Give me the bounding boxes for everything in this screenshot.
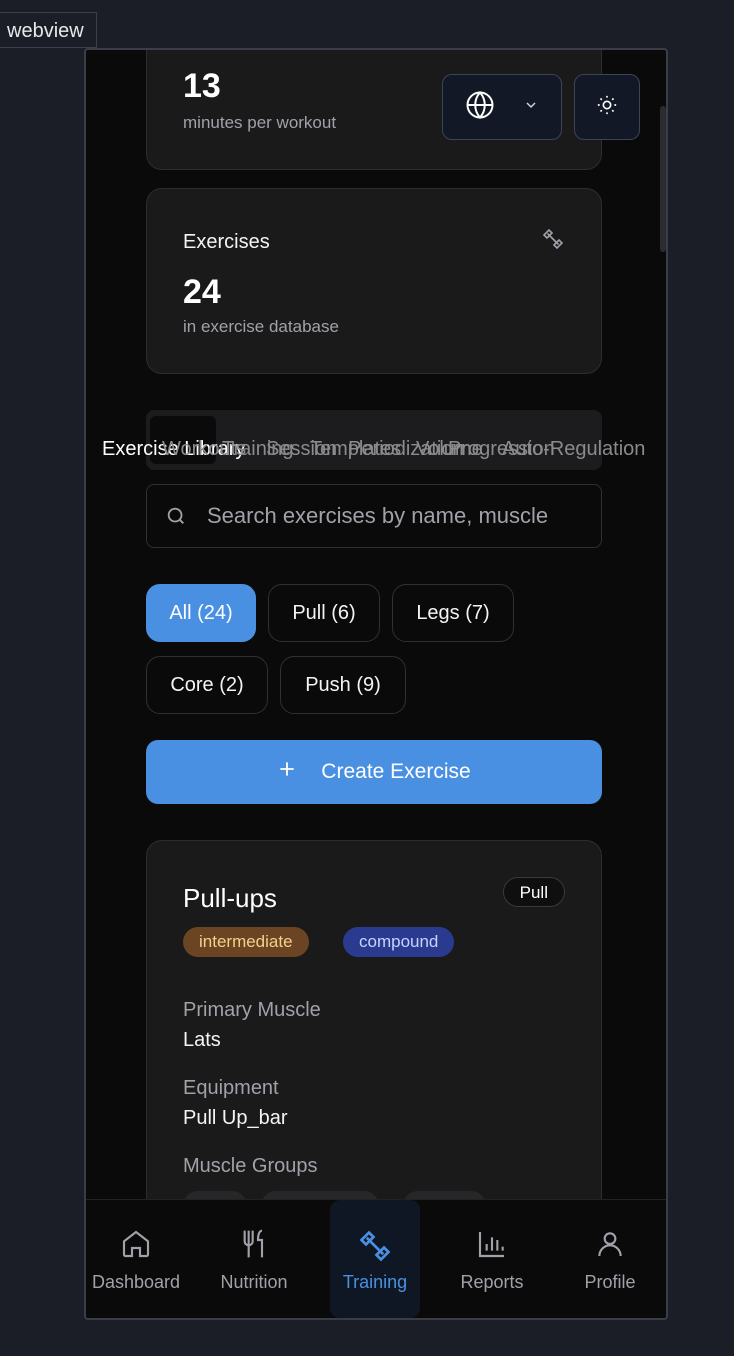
user-icon [594,1228,626,1265]
nav-training[interactable]: Training [330,1200,420,1318]
theme-toggle-button[interactable] [574,74,640,140]
nav-reports[interactable]: Reports [442,1200,542,1318]
nav-reports-label: Reports [460,1272,524,1292]
nav-dashboard-label: Dashboard [91,1272,181,1292]
tab-auto-regulation[interactable]: Auto-Regulation [502,438,645,461]
chevron-down-icon [523,97,539,118]
sun-icon [596,94,618,121]
dumbbell-icon [541,227,565,256]
filter-core[interactable]: Core (2) [146,656,268,714]
exercises-count: 24 [183,273,221,311]
dumbbell-icon [357,1228,393,1269]
muscle-groups-label: Muscle Groups [183,1155,318,1177]
language-selector[interactable] [442,74,562,140]
nav-training-label: Training [342,1272,408,1292]
globe-icon [465,90,495,125]
plus-icon [277,759,297,785]
search-input[interactable]: Search exercises by name, muscle [207,503,548,529]
filter-push[interactable]: Push (9) [280,656,406,714]
exercises-stat-card: Exercises 24 in exercise database [146,188,602,374]
home-icon [120,1228,152,1265]
search-field[interactable]: Search exercises by name, muscle [146,484,602,548]
nav-profile[interactable]: Profile [560,1200,660,1318]
duration-subtitle: minutes per workout [183,113,337,132]
category-badge: Pull [502,877,565,907]
bottom-navigation: Dashboard Nutrition Training Reports Pro… [86,1199,666,1318]
utensils-icon [238,1228,270,1265]
difficulty-badge: intermediate [183,927,309,957]
exercise-name: Pull-ups [183,883,277,913]
create-exercise-button[interactable]: Create Exercise [146,740,602,804]
exercises-card-title: Exercises [183,231,270,253]
create-exercise-label: Create Exercise [321,760,471,783]
scrollbar[interactable] [660,106,666,252]
nav-profile-label: Profile [584,1272,636,1292]
webview-tab-label: webview [0,12,97,48]
exercises-subtitle: in exercise database [183,317,339,336]
type-badge: compound [343,927,455,957]
filter-pull[interactable]: Pull (6) [268,584,380,642]
nav-dashboard[interactable]: Dashboard [86,1200,186,1318]
nav-nutrition-label: Nutrition [220,1272,288,1292]
equipment-value: Pull Up_bar [183,1107,288,1129]
primary-muscle-label: Primary Muscle [183,999,321,1021]
duration-value: 13 [183,67,221,105]
filter-all[interactable]: All (24) [146,584,256,642]
search-icon [165,505,187,532]
equipment-label: Equipment [183,1077,279,1099]
bar-chart-icon [476,1228,508,1265]
nav-nutrition[interactable]: Nutrition [204,1200,304,1318]
primary-muscle-value: Lats [183,1029,221,1051]
app-viewport: 13 minutes per workout Exercises 24 in e… [84,48,668,1320]
filter-legs[interactable]: Legs (7) [392,584,514,642]
